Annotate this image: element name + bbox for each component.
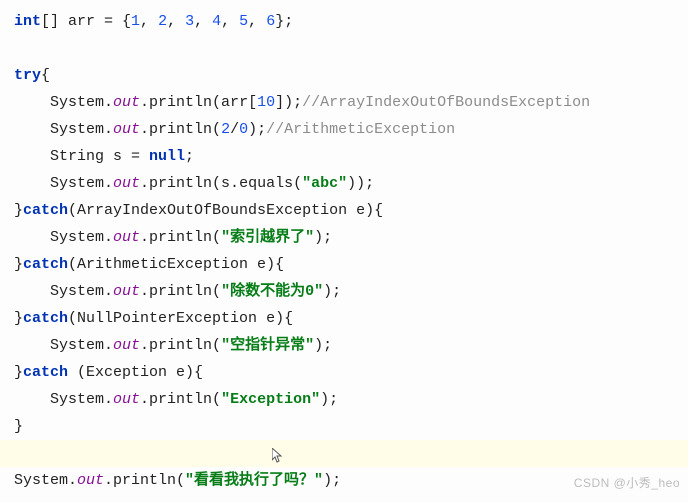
field-out: out xyxy=(113,121,140,138)
text: .println( xyxy=(140,121,221,138)
text: } xyxy=(14,418,23,435)
text: .println( xyxy=(140,229,221,246)
text: ]); xyxy=(275,94,302,111)
field-out: out xyxy=(113,175,140,192)
keyword-catch: catch xyxy=(23,364,68,381)
code-line: System.out.println("Exception"); xyxy=(14,391,338,408)
keyword-catch: catch xyxy=(23,310,68,327)
field-out: out xyxy=(113,283,140,300)
text: ); xyxy=(323,472,341,489)
text: System. xyxy=(14,94,113,111)
field-out: out xyxy=(113,391,140,408)
text: , xyxy=(221,13,239,30)
comment: //ArrayIndexOutOfBoundsException xyxy=(302,94,590,111)
text: } xyxy=(14,310,23,327)
text: [] arr = { xyxy=(41,13,131,30)
code-line: System.out.println(s.equals("abc")); xyxy=(14,175,374,192)
text: } xyxy=(14,364,23,381)
code-line: System.out.println("看看我执行了吗？"); xyxy=(14,472,341,489)
text: .println( xyxy=(140,391,221,408)
code-line: } xyxy=(14,418,23,435)
number: 1 xyxy=(131,13,140,30)
text: / xyxy=(230,121,239,138)
code-block: int[] arr = {1, 2, 3, 4, 5, 6}; try{ Sys… xyxy=(0,0,688,494)
code-line: }catch(NullPointerException e){ xyxy=(14,310,293,327)
text: System. xyxy=(14,391,113,408)
text: ); xyxy=(320,391,338,408)
text: .println( xyxy=(104,472,185,489)
code-line: System.out.println("索引越界了"); xyxy=(14,229,332,246)
string: "除数不能为0" xyxy=(221,283,323,300)
text: .println(s.equals( xyxy=(140,175,302,192)
string: "空指针异常" xyxy=(221,337,314,354)
text: System. xyxy=(14,337,113,354)
code-line: }catch (Exception e){ xyxy=(14,364,203,381)
text: ); xyxy=(323,283,341,300)
number: 10 xyxy=(257,94,275,111)
number: 4 xyxy=(212,13,221,30)
text: .println(arr[ xyxy=(140,94,257,111)
number: 6 xyxy=(266,13,275,30)
text: ; xyxy=(185,148,194,165)
field-out: out xyxy=(113,337,140,354)
field-out: out xyxy=(113,94,140,111)
code-line: System.out.println("除数不能为0"); xyxy=(14,283,341,300)
number: 5 xyxy=(239,13,248,30)
text: , xyxy=(194,13,212,30)
keyword-catch: catch xyxy=(23,202,68,219)
code-line: System.out.println("空指针异常"); xyxy=(14,337,332,354)
code-line: }catch(ArrayIndexOutOfBoundsException e)… xyxy=(14,202,383,219)
text: System. xyxy=(14,229,113,246)
code-line: System.out.println(2/0);//ArithmeticExce… xyxy=(14,121,455,138)
code-line: String s = null; xyxy=(14,148,194,165)
text: , xyxy=(140,13,158,30)
text: } xyxy=(14,202,23,219)
text: , xyxy=(167,13,185,30)
text: )); xyxy=(347,175,374,192)
number: 0 xyxy=(239,121,248,138)
string: "abc" xyxy=(302,175,347,192)
number: 3 xyxy=(185,13,194,30)
text: String s = xyxy=(14,148,149,165)
keyword-null: null xyxy=(149,148,185,165)
text: (ArrayIndexOutOfBoundsException e){ xyxy=(68,202,383,219)
text: } xyxy=(14,256,23,273)
text: ); xyxy=(314,337,332,354)
string: "索引越界了" xyxy=(221,229,314,246)
text: (NullPointerException e){ xyxy=(68,310,293,327)
field-out: out xyxy=(77,472,104,489)
keyword-catch: catch xyxy=(23,256,68,273)
code-line: System.out.println(arr[10]);//ArrayIndex… xyxy=(14,94,590,111)
keyword-int: int xyxy=(14,13,41,30)
number: 2 xyxy=(158,13,167,30)
code-line: int[] arr = {1, 2, 3, 4, 5, 6}; xyxy=(14,13,293,30)
text: }; xyxy=(275,13,293,30)
comment: //ArithmeticException xyxy=(266,121,455,138)
text: System. xyxy=(14,472,77,489)
field-out: out xyxy=(113,229,140,246)
text: .println( xyxy=(140,337,221,354)
keyword-try: try xyxy=(14,67,41,84)
text: System. xyxy=(14,175,113,192)
text: (Exception e){ xyxy=(68,364,203,381)
number: 2 xyxy=(221,121,230,138)
string: "Exception" xyxy=(221,391,320,408)
code-line: try{ xyxy=(14,67,50,84)
text: , xyxy=(248,13,266,30)
text: System. xyxy=(14,283,113,300)
text: ); xyxy=(314,229,332,246)
text: ); xyxy=(248,121,266,138)
text: { xyxy=(41,67,50,84)
code-line: }catch(ArithmeticException e){ xyxy=(14,256,284,273)
text: System. xyxy=(14,121,113,138)
text: (ArithmeticException e){ xyxy=(68,256,284,273)
text: .println( xyxy=(140,283,221,300)
string: "看看我执行了吗？" xyxy=(185,472,323,489)
